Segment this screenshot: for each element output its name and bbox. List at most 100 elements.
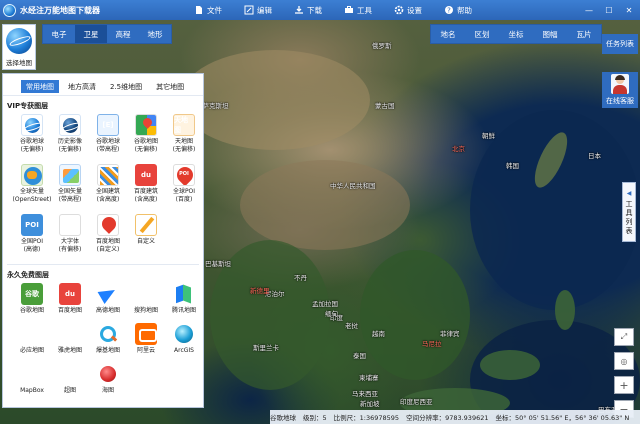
map-layer-item[interactable]: POI 全国POI (高德) — [13, 212, 51, 262]
map-layer-name: 腾讯地图 — [171, 307, 196, 314]
map-layer-item[interactable]: ArcGIS — [165, 321, 203, 361]
terrain-patch — [240, 160, 410, 250]
toolbox-list-tab[interactable]: ◀ 工 具 列 表 — [622, 182, 636, 242]
task-list-button[interactable]: 任务列表 — [602, 34, 638, 54]
close-button[interactable]: ✕ — [620, 3, 638, 17]
panel-tab[interactable]: 常用地图 — [21, 80, 59, 93]
supermap-icon: SuperMap — [59, 363, 81, 385]
map-place-label: 越南 — [372, 330, 385, 338]
free-layer-grid: 谷歌谷歌地图 du 百度地图 高德地图 S 搜狗地图 腾讯地图 b 必应地图 YAHOO! 雅虎地图… — [3, 281, 203, 401]
map-place-label: 马来西亚 — [352, 390, 378, 398]
map-place-label: 老挝 — [345, 322, 358, 330]
map-layer-name: 自定义 — [136, 238, 155, 245]
bing-icon: b — [21, 323, 43, 345]
icon-glyph: SuperMap — [59, 370, 81, 378]
map-place-label: 缅甸 — [325, 310, 338, 318]
map-layer-item[interactable]: 百度地图 (自定义) — [89, 212, 127, 262]
menu-download[interactable]: 下载 — [288, 0, 328, 20]
map-layer-item[interactable]: MapBox MapBox — [13, 361, 51, 401]
map-layer-item[interactable]: 谷歌 谷歌地图 — [13, 281, 51, 321]
map-type-tab[interactable]: 高程 — [107, 25, 139, 43]
map-layer-item[interactable]: 全国矢量 (带高程) — [51, 162, 89, 212]
map-layer-name: 谷歌地球 (无偏移) — [19, 138, 44, 153]
map-tool-button[interactable]: 瓦片 — [567, 25, 601, 43]
zoom-in-button[interactable]: + — [614, 376, 634, 394]
select-map-button[interactable]: 选择地图 — [2, 24, 36, 70]
map-tool-button[interactable]: 区划 — [465, 25, 499, 43]
arcgis-icon — [173, 323, 195, 345]
menu-edit[interactable]: 编辑 — [238, 0, 278, 20]
map-layer-name: 全国矢量 (带高程) — [57, 188, 82, 203]
app-logo-icon — [3, 3, 16, 17]
status-level: 级别：5 — [303, 414, 327, 422]
panel-tab[interactable]: 地方高清 — [63, 80, 101, 93]
locate-button[interactable]: ◎ — [614, 352, 634, 370]
menu-download-label: 下载 — [307, 5, 322, 15]
map-layer-item[interactable]: 腾讯地图 — [165, 281, 203, 321]
title-bar: 水经注万能地图下载器 文件 编辑 下载 工具 设置? 帮助 — ☐ ✕ — [0, 0, 640, 20]
fullscreen-button[interactable]: ⤢ — [614, 328, 634, 346]
tools-icon — [344, 5, 354, 15]
toolbox-char: 具 — [625, 208, 633, 217]
map-layer-name: 雅虎地图 — [57, 347, 82, 354]
menu-tools-label: 工具 — [357, 5, 372, 15]
menu-file[interactable]: 文件 — [188, 0, 228, 20]
map-layer-item[interactable]: 天地图 天地图 (无偏移) — [165, 112, 203, 162]
map-layer-item[interactable]: 自定义 — [127, 212, 165, 262]
menu-help[interactable]: ? 帮助 — [438, 0, 478, 20]
map-layer-item[interactable]: 高德地图 — [89, 281, 127, 321]
map-layer-item[interactable]: b 必应地图 — [13, 321, 51, 361]
baidu2-icon: du — [59, 283, 81, 305]
map-tool-button[interactable]: 图幅 — [533, 25, 567, 43]
map-type-tab[interactable]: 电子 — [43, 25, 75, 43]
aliyun-icon — [135, 323, 157, 345]
vector-icon — [59, 164, 81, 186]
map-layer-item[interactable]: S 搜狗地图 — [127, 281, 165, 321]
map-source-panel: 常用地图 地方高清 2.5维地图 其它地图 VIP专获图层 谷歌地球 (无偏移) 历史影… — [2, 73, 204, 408]
map-tool-button[interactable]: 地名 — [431, 25, 465, 43]
minimize-button[interactable]: — — [580, 3, 598, 17]
map-place-label: 不丹 — [294, 274, 307, 282]
map-layer-name: 谷歌地图 (无偏移) — [133, 138, 158, 153]
gear-icon — [394, 5, 404, 15]
map-layer-name: 必应地图 — [19, 347, 44, 354]
map-layer-item[interactable]: SuperMap 超图 — [51, 361, 89, 401]
a-icon: A — [59, 214, 81, 236]
help-icon: ? — [444, 5, 454, 15]
map-layer-name: 超图 — [63, 387, 76, 394]
map-layer-name: ArcGIS — [174, 347, 194, 354]
map-layer-name: 全球POI (百度) — [172, 188, 196, 203]
map-layer-item[interactable]: 全国建筑 (含高度) — [89, 162, 127, 212]
icon-glyph: 天地图 — [174, 116, 188, 134]
map-type-tab[interactable]: 卫星 — [75, 25, 107, 43]
map-layer-item[interactable]: 谷歌地球 (无偏移) — [13, 112, 51, 162]
map-layer-item[interactable]: A 大字体 (有偏移) — [51, 212, 89, 262]
map-layer-item[interactable]: du 百度地图 — [51, 281, 89, 321]
map-place-label: 蒙古国 — [375, 102, 395, 110]
osm-icon — [21, 164, 43, 186]
map-layer-item[interactable]: 爆基地图 — [89, 321, 127, 361]
map-layer-item[interactable]: du 百度建筑 (含高度) — [127, 162, 165, 212]
map-layer-item[interactable]: 历史影像 (无偏移) — [51, 112, 89, 162]
maximize-button[interactable]: ☐ — [600, 3, 618, 17]
panel-tab[interactable]: 2.5维地图 — [105, 80, 147, 93]
menu-settings[interactable]: 设置 — [388, 0, 428, 20]
download-icon — [294, 5, 304, 15]
map-layer-item[interactable]: 阿里云 — [127, 321, 165, 361]
map-layer-item[interactable]: [E] 谷歌地球 (带高程) — [89, 112, 127, 162]
online-service-button[interactable]: 在线客服 — [602, 72, 638, 108]
map-layer-item[interactable]: 全球矢量 (OpenStreet) — [13, 162, 51, 212]
menu-edit-label: 编辑 — [257, 5, 272, 15]
map-layer-item[interactable]: 海图 — [89, 361, 127, 401]
menu-tools[interactable]: 工具 — [338, 0, 378, 20]
map-layer-item[interactable]: POI 全球POI (百度) — [165, 162, 203, 212]
tianditu-icon: 天地图 — [173, 114, 195, 136]
toolbox-char: 列 — [625, 217, 633, 226]
panel-tab[interactable]: 其它地图 — [151, 80, 189, 93]
map-layer-item[interactable]: YAHOO! 雅虎地图 — [51, 321, 89, 361]
map-layer-item[interactable]: 谷歌地图 (无偏移) — [127, 112, 165, 162]
map-place-label: 斯里兰卡 — [253, 344, 279, 352]
map-type-tab[interactable]: 地形 — [139, 25, 171, 43]
globe-icon — [6, 28, 32, 54]
map-tool-button[interactable]: 坐标 — [499, 25, 533, 43]
